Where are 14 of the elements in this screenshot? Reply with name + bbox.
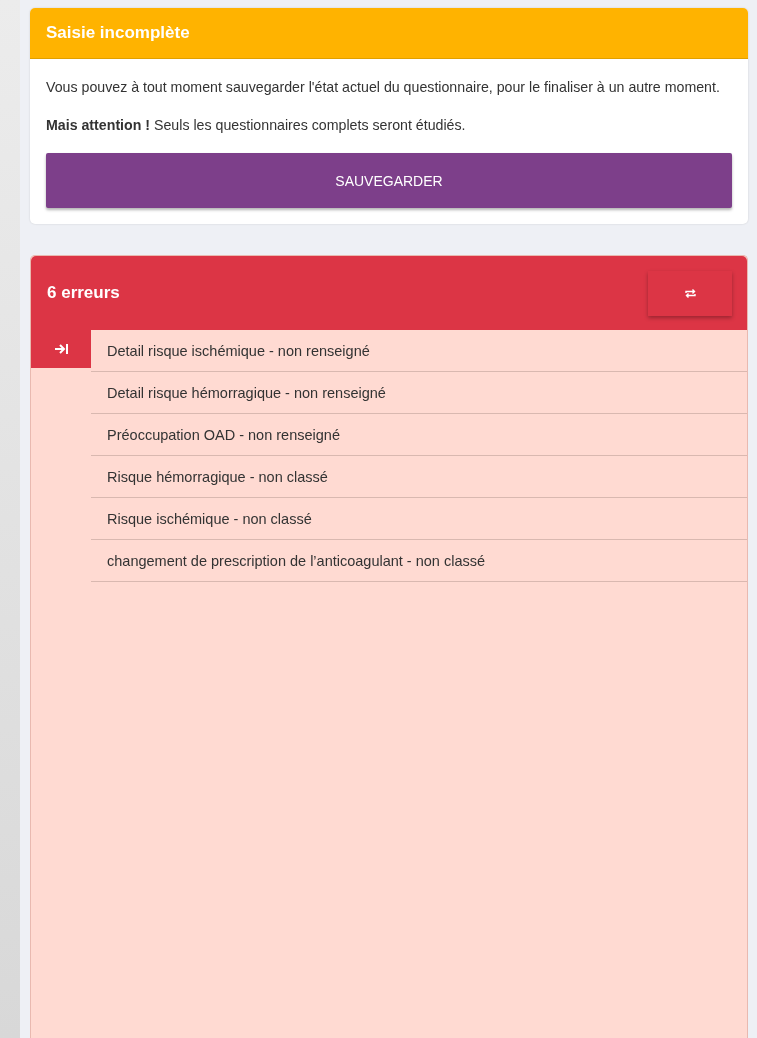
error-item[interactable]: changement de prescription de l’anticoagulant - non classé xyxy=(91,540,747,582)
errors-title: 6 erreurs xyxy=(47,283,120,303)
error-item[interactable]: Risque hémorragique - non classé xyxy=(91,456,747,498)
save-button[interactable]: SAUVEGARDER xyxy=(46,153,732,208)
arrow-to-line-icon xyxy=(54,343,68,355)
notice-text: Vous pouvez à tout moment sauvegarder l'état actuel du questionnaire, pour le finaliser à un autre moment. xyxy=(46,78,721,97)
error-item[interactable]: Detail risque hémorragique - non renseigné xyxy=(91,372,747,414)
error-item[interactable]: Detail risque ischémique - non renseigné xyxy=(91,330,747,372)
error-item[interactable]: Risque ischémique - non classé xyxy=(91,498,747,540)
refresh-button[interactable] xyxy=(648,270,732,316)
refresh-icon xyxy=(683,287,697,299)
notice-text: Mais attention ! Seuls les questionnaires complets seront étudiés. xyxy=(46,116,467,135)
notice-title: Saisie incomplète xyxy=(30,8,748,59)
error-item[interactable]: Préoccupation OAD - non renseigné xyxy=(91,414,747,456)
